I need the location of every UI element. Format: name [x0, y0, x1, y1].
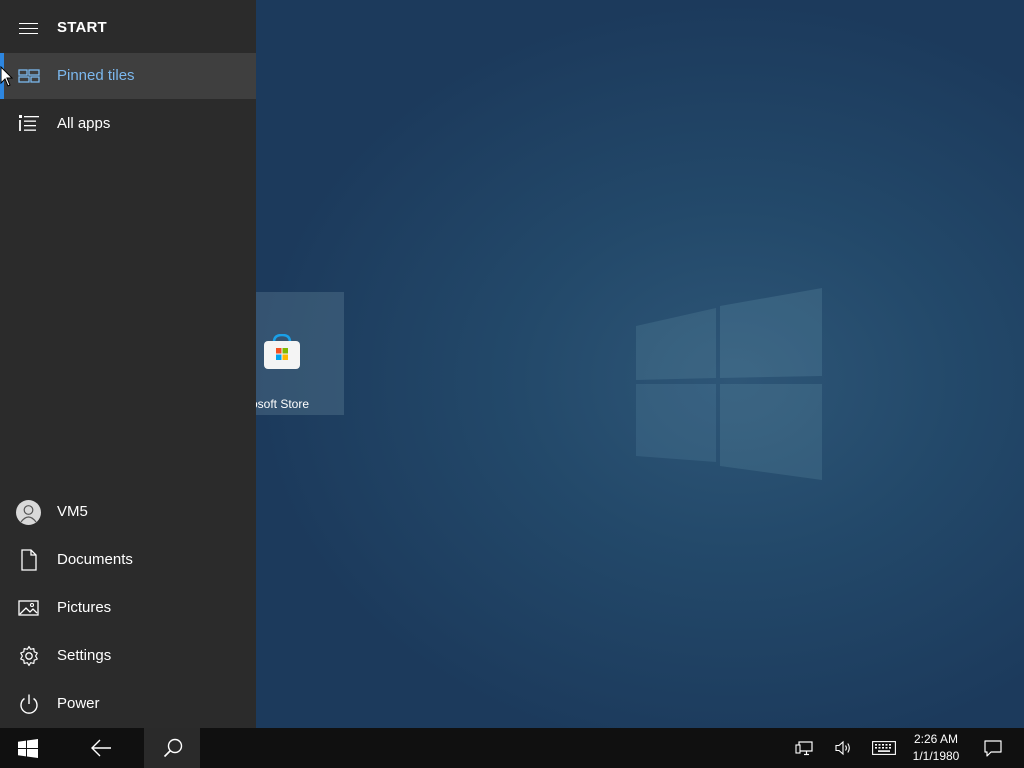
start-button[interactable] — [0, 728, 56, 768]
start-menu-pane: START Pinned tiles All apps VM5 Document… — [0, 0, 256, 728]
document-icon — [17, 549, 41, 571]
start-title: START — [57, 19, 107, 36]
windows-start-icon — [18, 739, 38, 758]
search-button[interactable] — [144, 728, 200, 768]
pinned-tiles-icon — [17, 65, 41, 87]
documents-label: Documents — [57, 551, 133, 568]
tile-label: osoft Store — [256, 397, 309, 411]
clock-date: 1/1/1980 — [912, 749, 960, 763]
user-account-button[interactable]: VM5 — [0, 489, 256, 535]
power-button[interactable]: Power — [0, 681, 256, 727]
nav-pinned-tiles[interactable]: Pinned tiles — [0, 53, 256, 99]
taskbar-clock[interactable]: 2:26 AM 1/1/1980 — [904, 731, 968, 765]
settings-button[interactable]: Settings — [0, 633, 256, 679]
avatar — [16, 500, 41, 525]
settings-label: Settings — [57, 647, 112, 664]
mouse-cursor-icon — [0, 65, 14, 88]
back-button[interactable] — [72, 728, 128, 768]
nav-label: All apps — [57, 115, 111, 132]
touch-keyboard-icon — [872, 741, 896, 755]
microsoft-store-icon — [263, 333, 301, 370]
touch-keyboard-button[interactable] — [866, 728, 902, 768]
pictures-label: Pictures — [57, 599, 112, 616]
tile-microsoft-store[interactable]: osoft Store — [256, 292, 344, 415]
picture-icon — [17, 597, 41, 619]
clock-time: 2:26 AM — [913, 732, 959, 746]
search-icon — [163, 738, 183, 758]
volume-button[interactable] — [828, 728, 860, 768]
taskbar: 2:26 AM 1/1/1980 — [0, 728, 1024, 768]
hamburger-menu-icon[interactable] — [8, 8, 48, 48]
network-icon — [795, 741, 813, 756]
pictures-button[interactable]: Pictures — [0, 585, 256, 631]
volume-icon — [835, 740, 850, 756]
all-apps-list-icon — [17, 113, 41, 135]
desktop: osoft Store START Pinned tiles All apps … — [0, 0, 1024, 768]
documents-button[interactable]: Documents — [0, 537, 256, 583]
back-arrow-icon — [91, 739, 111, 757]
start-header: START — [0, 4, 256, 52]
power-label: Power — [57, 695, 100, 712]
network-button[interactable] — [788, 728, 820, 768]
action-center-button[interactable] — [976, 728, 1010, 768]
nav-all-apps[interactable]: All apps — [0, 101, 256, 147]
user-name: VM5 — [57, 503, 88, 520]
power-icon — [17, 693, 41, 715]
action-center-icon — [984, 740, 1002, 757]
windows-logo-wallpaper — [630, 286, 830, 482]
nav-label: Pinned tiles — [57, 67, 135, 84]
gear-icon — [17, 645, 41, 667]
